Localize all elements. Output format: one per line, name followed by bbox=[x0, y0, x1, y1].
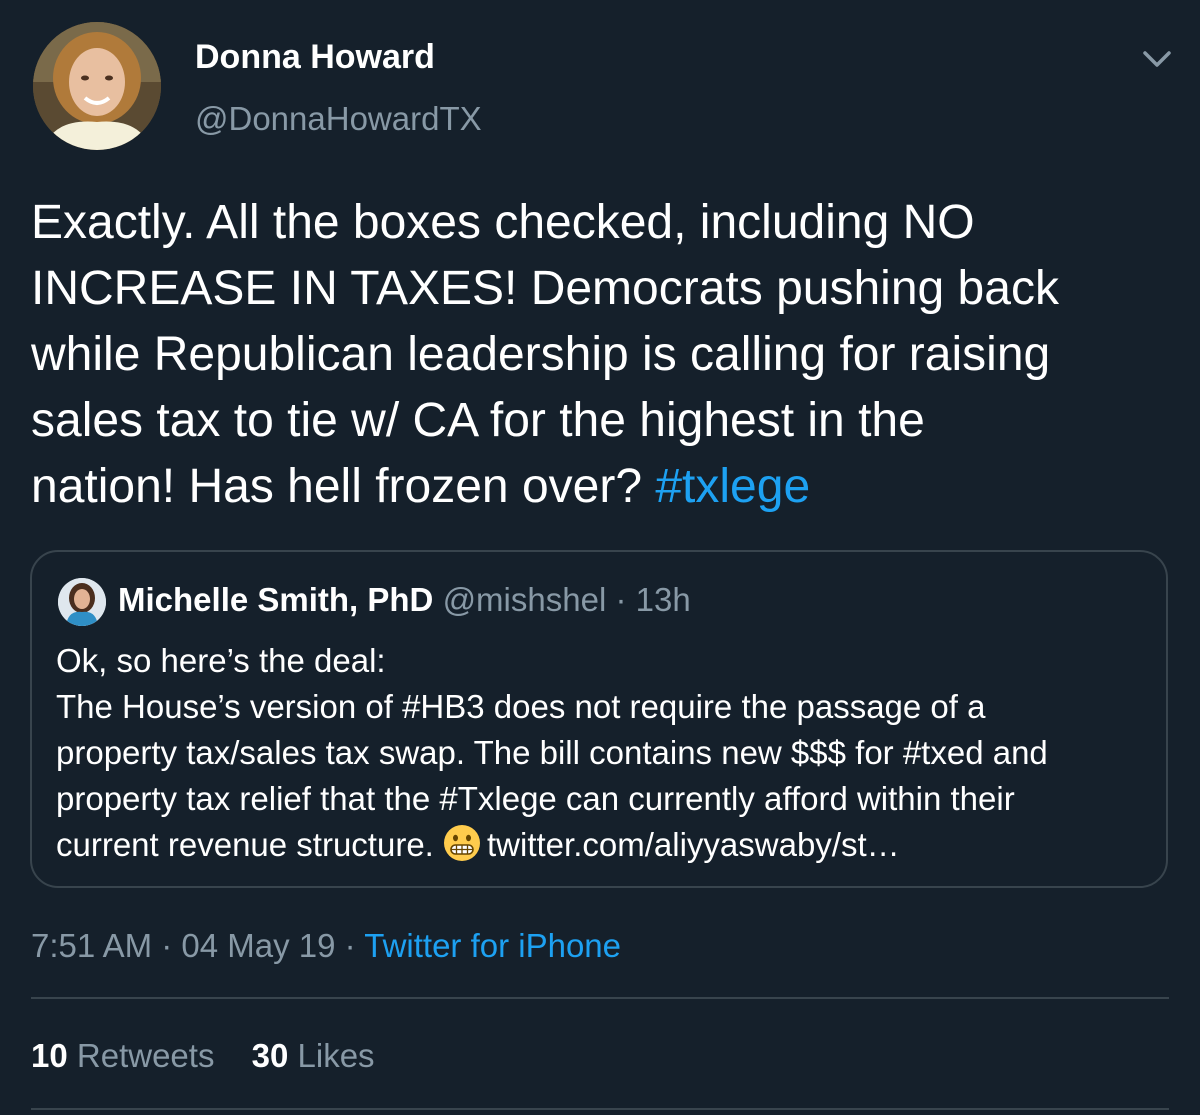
chevron-down-icon[interactable] bbox=[1140, 44, 1174, 74]
divider bbox=[31, 997, 1169, 999]
author-avatar-image bbox=[33, 22, 161, 150]
quoted-text-line: The House’s version of #HB3 does not req… bbox=[56, 688, 986, 725]
divider bbox=[31, 1108, 1169, 1110]
tweet-detail: Donna Howard @DonnaHowardTX Exactly. All… bbox=[0, 0, 1200, 1115]
likes-stat[interactable]: 30 Likes bbox=[252, 1034, 375, 1078]
hashtag-link[interactable]: #txlege bbox=[655, 460, 810, 513]
retweets-label: Retweets bbox=[76, 1037, 215, 1074]
likes-label: Likes bbox=[297, 1037, 375, 1074]
quoted-avatar-image bbox=[58, 578, 106, 626]
tweet-text-line: Exactly. All the boxes checked, includin… bbox=[31, 196, 975, 249]
timestamp-separator: · bbox=[152, 927, 182, 964]
tweet-text-line-last: nation! Has hell frozen over? #txlege bbox=[31, 454, 1181, 520]
quoted-author-avatar[interactable] bbox=[58, 578, 106, 626]
author-handle[interactable]: @DonnaHowardTX bbox=[195, 100, 482, 138]
tweet-text: Exactly. All the boxes checked, includin… bbox=[31, 190, 1181, 520]
quoted-text: Ok, so here’s the deal: The House’s vers… bbox=[56, 638, 1156, 868]
quoted-text-line: current revenue structure. bbox=[56, 826, 434, 863]
tweet-timestamp: 7:51 AM · 04 May 19 · Twitter for iPhone bbox=[31, 924, 621, 968]
quoted-tweet-card[interactable]: Michelle Smith, PhD @mishshel · 13h Ok, … bbox=[30, 550, 1168, 888]
quoted-age: 13h bbox=[635, 581, 691, 618]
tweet-source-link[interactable]: Twitter for iPhone bbox=[364, 927, 621, 964]
quoted-text-line: property tax relief that the #Txlege can… bbox=[56, 780, 1015, 817]
timestamp-separator: · bbox=[335, 927, 365, 964]
quoted-header: Michelle Smith, PhD @mishshel · 13h bbox=[118, 578, 691, 622]
quoted-text-line: property tax/sales tax swap. The bill co… bbox=[56, 734, 1048, 771]
author-name[interactable]: Donna Howard bbox=[195, 38, 435, 77]
quoted-text-line: Ok, so here’s the deal: bbox=[56, 642, 386, 679]
quoted-author-handle: @mishshel bbox=[442, 581, 607, 618]
quoted-author-name: Michelle Smith, PhD bbox=[118, 581, 434, 618]
tweet-date[interactable]: 04 May 19 bbox=[181, 927, 335, 964]
author-avatar[interactable] bbox=[33, 22, 161, 150]
quoted-separator: · bbox=[606, 581, 636, 618]
tweet-text-line: while Republican leadership is calling f… bbox=[31, 328, 1051, 381]
quoted-link[interactable]: twitter.com/aliyyaswaby/st… bbox=[487, 826, 900, 863]
quoted-text-line-last: current revenue structure. twitter.com/a… bbox=[56, 822, 1156, 868]
tweet-text-line: INCREASE IN TAXES! Democrats pushing bac… bbox=[31, 262, 1059, 315]
tweet-stats: 10 Retweets 30 Likes bbox=[31, 1034, 403, 1078]
tweet-time[interactable]: 7:51 AM bbox=[31, 927, 152, 964]
tweet-text-line: sales tax to tie w/ CA for the highest i… bbox=[31, 394, 925, 447]
retweets-stat[interactable]: 10 Retweets bbox=[31, 1034, 214, 1078]
tweet-text-line: nation! Has hell frozen over? bbox=[31, 460, 643, 513]
likes-count: 30 bbox=[251, 1037, 289, 1074]
grimacing-face-emoji bbox=[444, 825, 481, 861]
retweets-count: 10 bbox=[31, 1037, 68, 1074]
